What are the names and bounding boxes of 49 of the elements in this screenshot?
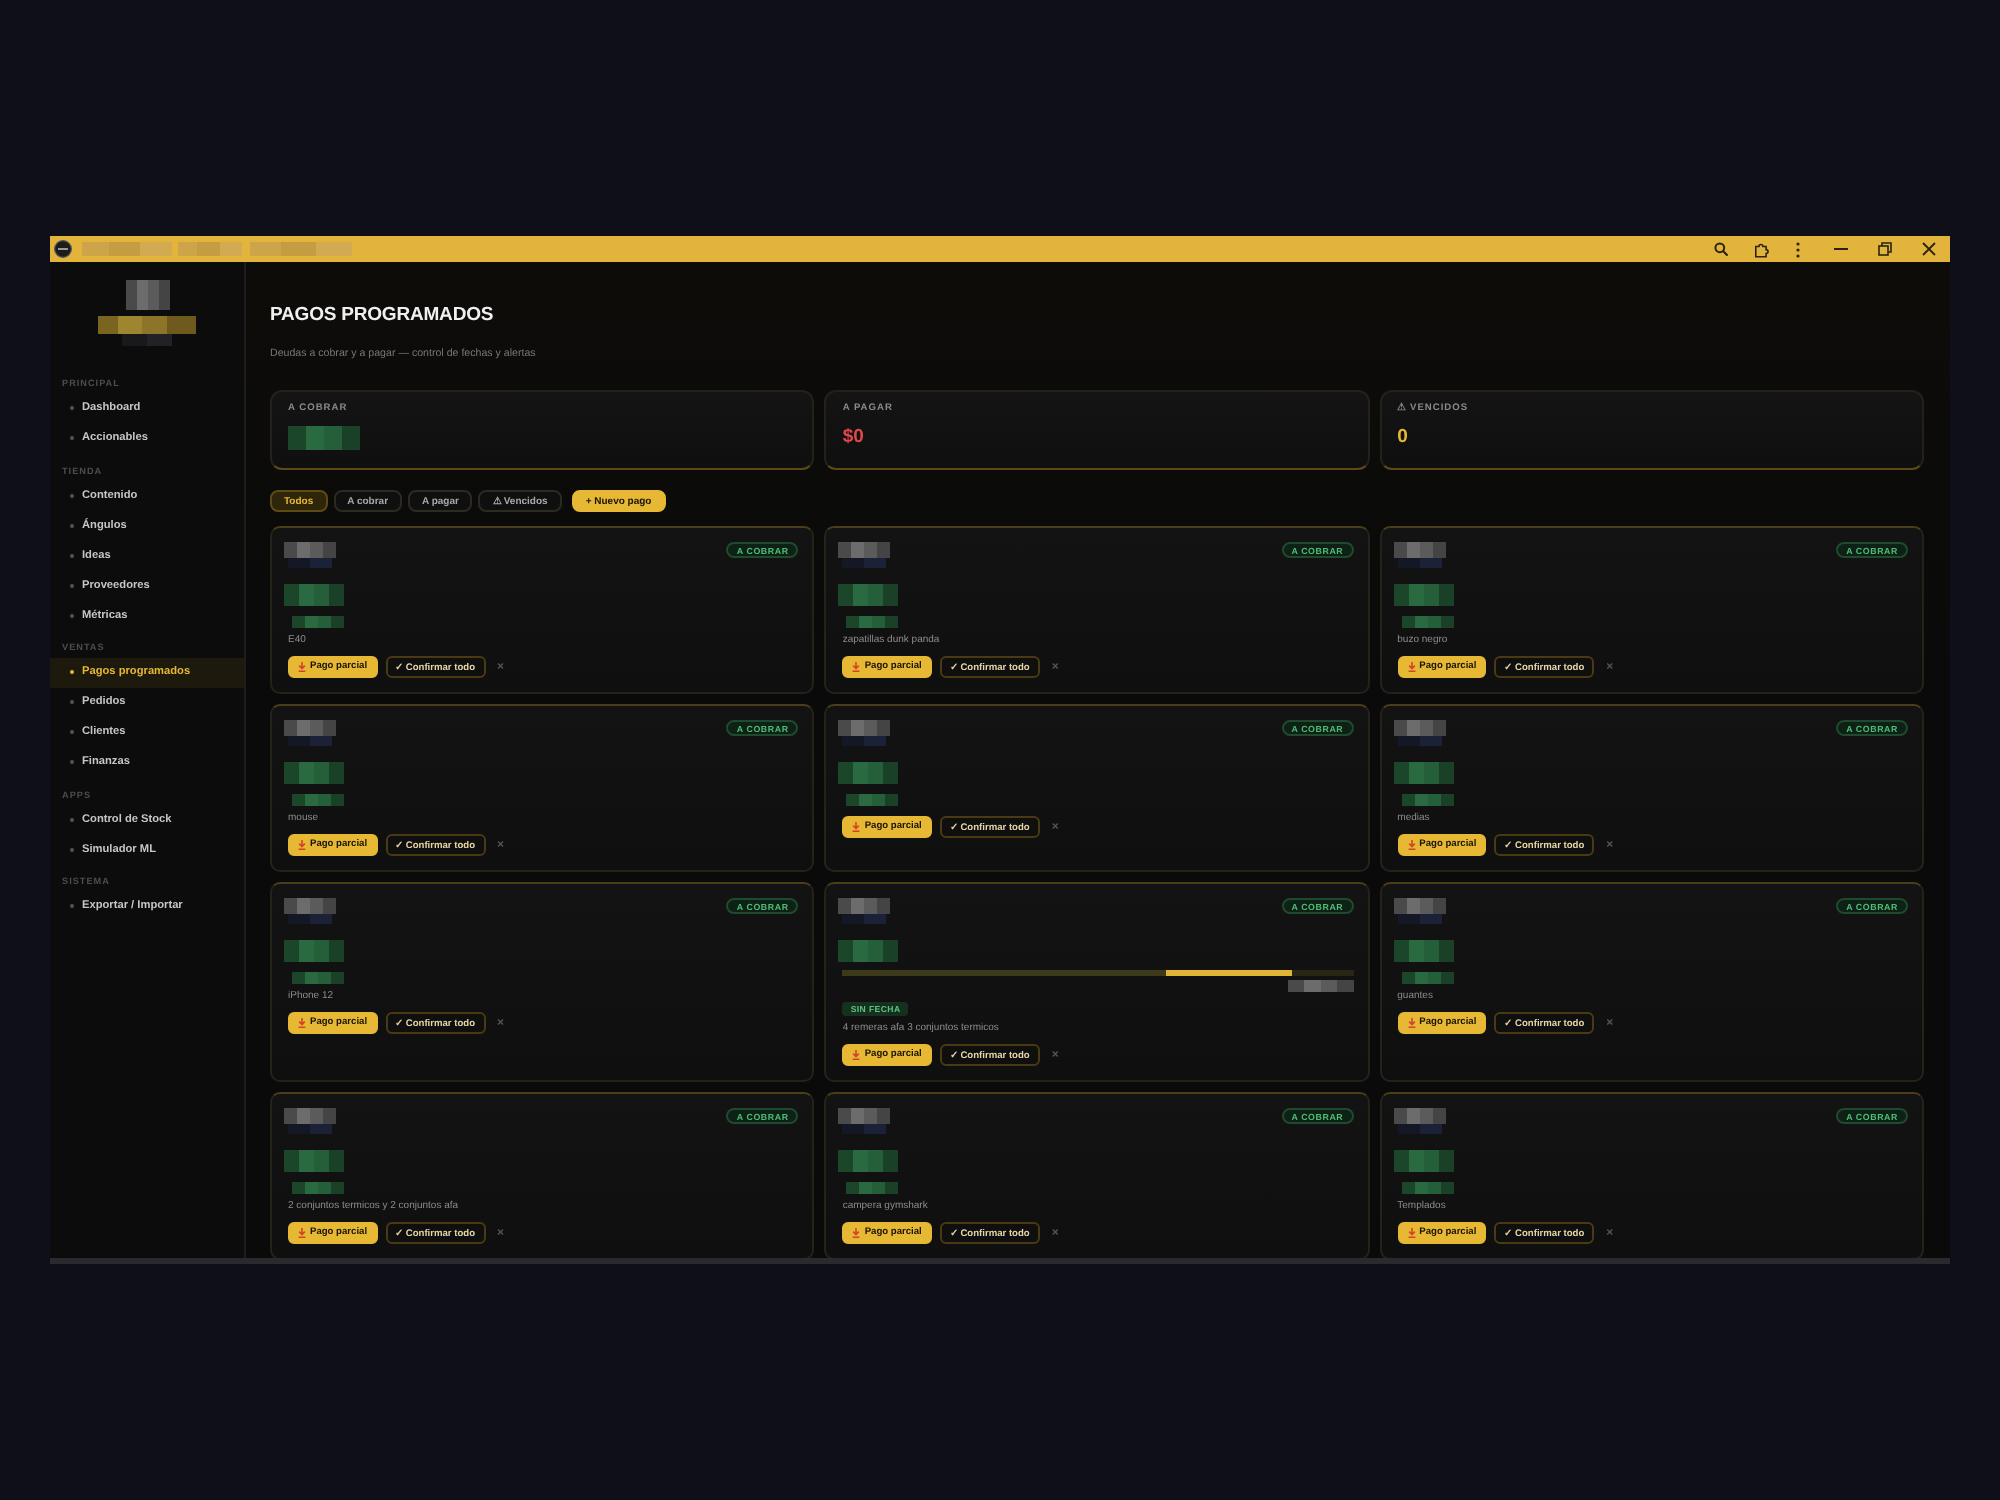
arrow-down-icon xyxy=(852,1228,861,1238)
arrow-down-icon xyxy=(1407,1018,1416,1028)
pixelated-block xyxy=(838,584,899,606)
pixelated-block xyxy=(250,242,352,256)
pixelated-block xyxy=(292,972,344,984)
stat-value: 0 xyxy=(1397,426,1408,448)
pixelated-block xyxy=(1401,972,1454,984)
arrow-down-icon xyxy=(1407,662,1416,672)
pixelated-block xyxy=(1393,584,1454,606)
pixelated-block xyxy=(178,242,242,256)
pixelated-block xyxy=(1393,1150,1454,1172)
pixelated-block xyxy=(284,762,344,784)
pixelated-block xyxy=(292,616,344,628)
page-title: PAGOS PROGRAMADOS xyxy=(270,304,494,326)
puzzle-icon[interactable] xyxy=(1754,241,1770,257)
pixelated-block xyxy=(1393,762,1454,784)
arrow-down-icon xyxy=(1407,1228,1416,1238)
pixelated-block xyxy=(1401,616,1454,628)
arrow-down-icon xyxy=(298,840,306,850)
pixelated-block xyxy=(838,940,899,962)
arrow-down-icon xyxy=(298,1018,306,1028)
pixelated-block xyxy=(288,426,360,450)
arrow-down-icon xyxy=(852,822,861,832)
pixelated-block xyxy=(284,1150,344,1172)
pixelated-block xyxy=(1401,1182,1454,1194)
arrow-down-icon xyxy=(298,662,306,672)
pixelated-block xyxy=(284,584,344,606)
search-icon[interactable] xyxy=(1714,242,1728,256)
pixelated-block xyxy=(846,794,899,806)
arrow-down-icon xyxy=(1407,840,1416,850)
pixelated-block xyxy=(846,1182,899,1194)
pixelated-block xyxy=(846,616,899,628)
pixelated-block xyxy=(1393,940,1454,962)
pixelated-block xyxy=(1287,980,1354,992)
pixelated-block xyxy=(1401,794,1454,806)
round-logo-icon[interactable] xyxy=(54,240,72,258)
pixelated-block xyxy=(82,242,172,256)
pixelated-block xyxy=(838,1150,899,1172)
pixelated-block xyxy=(292,794,344,806)
restore-icon[interactable] xyxy=(1878,242,1892,256)
pixelated-block xyxy=(284,940,344,962)
arrow-down-icon xyxy=(852,1050,861,1060)
pixelated-block xyxy=(838,762,899,784)
close-icon[interactable] xyxy=(1922,242,1936,256)
arrow-down-icon xyxy=(852,662,861,672)
pixelated-block xyxy=(292,1182,344,1194)
pixelated-block xyxy=(125,280,169,310)
arrow-down-icon xyxy=(298,1228,306,1238)
stat-value: $0 xyxy=(842,426,864,448)
